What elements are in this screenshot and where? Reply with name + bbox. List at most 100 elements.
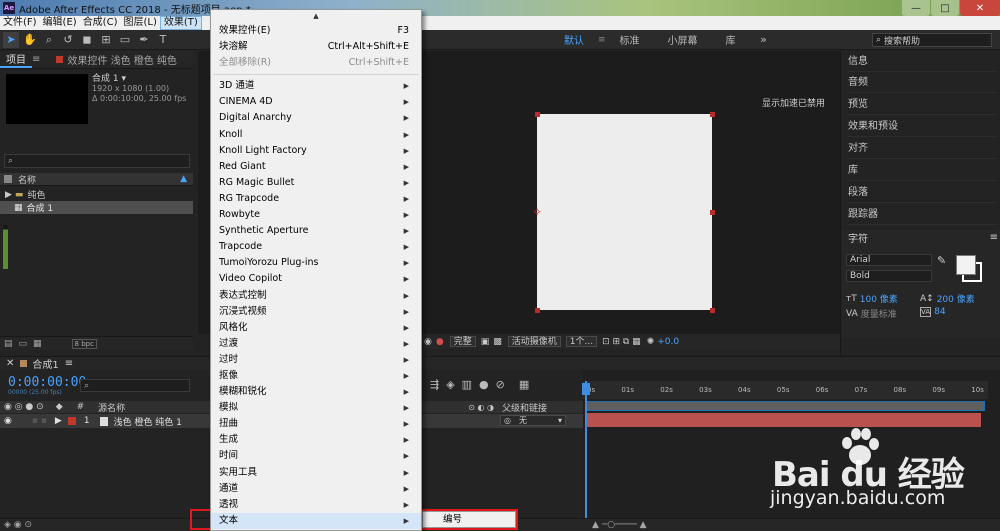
pen-tool-icon[interactable]: ✒ xyxy=(136,32,152,48)
audio-solo-boxes[interactable]: ▪ ▪ xyxy=(32,416,47,426)
close-icon[interactable]: ✕ xyxy=(960,0,1000,16)
tab-effect-controls[interactable]: 效果控件 浅色 橙色 纯色 xyxy=(67,52,177,67)
menu-item-effect-category[interactable]: TumoiYorozu Plug-ins ▶ xyxy=(211,255,421,271)
transform-handle[interactable] xyxy=(535,112,540,117)
time-ruler[interactable]: 0s 01s 02s 03s 04s 05s 06s 07s 08s 09s 1… xyxy=(583,381,988,399)
resolution-select[interactable]: 完整 xyxy=(449,336,476,347)
panel-info[interactable]: 信息 xyxy=(848,51,998,72)
leading-value[interactable]: 200 像素 xyxy=(937,292,975,305)
minimize-icon[interactable]: — xyxy=(902,0,930,16)
panel-paragraph[interactable]: 段落 xyxy=(848,182,998,203)
menu-item-effect-category[interactable]: Video Copilot ▶ xyxy=(211,271,421,287)
menu-item-effect-category[interactable]: 模糊和锐化 ▶ xyxy=(211,384,421,400)
visibility-icon[interactable]: ◉ xyxy=(4,416,12,426)
menu-item-effect-category[interactable]: 生成 ▶ xyxy=(211,432,421,448)
workspace-small-screen[interactable]: 小屏幕 xyxy=(654,32,712,47)
menu-item-effect-category[interactable]: Red Giant ▶ xyxy=(211,159,421,175)
camera-tool-icon[interactable]: ◼ xyxy=(79,32,95,48)
project-row-comp[interactable]: ▦ 合成 1 xyxy=(0,201,193,214)
parent-select[interactable]: ◎ 无 ▾ xyxy=(500,415,566,426)
leading-field[interactable]: A↕ 200 像素 xyxy=(920,292,975,306)
character-title[interactable]: 字符 xyxy=(848,230,868,245)
expand-arrow-icon[interactable]: ▶ xyxy=(55,416,62,426)
region-of-interest-icon[interactable]: ▣ xyxy=(481,337,490,347)
interpret-footage-icon[interactable]: ▤ xyxy=(4,339,13,349)
menu-edit[interactable]: 编辑(E) xyxy=(40,16,80,30)
zoom-slider-icon[interactable]: ▲ ─○──── ▲ xyxy=(592,520,647,530)
menu-item-effect-category[interactable]: Trapcode ▶ xyxy=(211,239,421,255)
layer-name[interactable]: 浅色 橙色 纯色 1 xyxy=(114,415,182,428)
menu-layer[interactable]: 图层(L) xyxy=(120,16,159,30)
bpc-badge[interactable]: 8 bpc xyxy=(71,338,97,349)
font-size-value[interactable]: 100 像素 xyxy=(860,292,898,305)
workspace-overflow-icon[interactable]: » xyxy=(756,32,772,48)
rotate-tool-icon[interactable]: ↺ xyxy=(60,32,76,48)
menu-item-effect-category[interactable]: RG Magic Bullet ▶ xyxy=(211,175,421,191)
menu-item-effect-category[interactable]: 实用工具 ▶ xyxy=(211,465,421,481)
close-tab-icon[interactable]: ✕ xyxy=(6,358,14,369)
kerning-value[interactable]: 度量标准 xyxy=(861,307,897,320)
eyedropper-icon[interactable]: ✎ xyxy=(937,254,946,267)
exposure-value[interactable]: +0.0 xyxy=(657,337,679,347)
views-select[interactable]: 1个... xyxy=(565,336,598,347)
pickwhip-icon[interactable]: ◎ xyxy=(504,416,511,425)
rectangle-tool-icon[interactable]: ▭ xyxy=(117,32,133,48)
fill-color-swatch[interactable] xyxy=(956,255,976,275)
submenu-item-numbers[interactable]: 编号 xyxy=(443,514,462,525)
tab-comp1[interactable]: 合成1 xyxy=(32,356,58,371)
panel-effects-presets[interactable]: 效果和预设 xyxy=(848,116,998,137)
menu-scroll-up-icon[interactable]: ▲ xyxy=(211,10,421,23)
menu-item-effect-category[interactable]: 扭曲 ▶ xyxy=(211,416,421,432)
layer-duration-bar[interactable] xyxy=(585,413,981,427)
menu-item-effect-category[interactable]: 通道 ▶ xyxy=(211,481,421,497)
type-tool-icon[interactable]: T xyxy=(155,32,171,48)
font-size-field[interactable]: тT 100 像素 xyxy=(846,292,898,306)
color-channel-icon[interactable]: ● xyxy=(436,337,444,347)
anchor-point-icon[interactable]: ✧ xyxy=(532,205,542,219)
menu-item-effect-category[interactable]: Knoll ▶ xyxy=(211,127,421,143)
pan-behind-tool-icon[interactable]: ⊞ xyxy=(98,32,114,48)
menu-item-effect-category[interactable]: 过渡 ▶ xyxy=(211,336,421,352)
panel-menu-icon[interactable]: ≡ xyxy=(65,358,73,369)
menu-item-effect-category[interactable]: 风格化 ▶ xyxy=(211,320,421,336)
menu-composition[interactable]: 合成(C) xyxy=(80,16,121,30)
menu-item-effect-category[interactable]: RG Trapcode ▶ xyxy=(211,191,421,207)
panel-menu-icon[interactable]: ≡ xyxy=(990,232,998,243)
menu-item-effect-controls[interactable]: 效果控件(E) F3 xyxy=(211,23,421,39)
transform-handle[interactable] xyxy=(710,210,715,215)
tracking-value[interactable]: 84 xyxy=(934,307,945,317)
view-option-icons[interactable]: ⊡ ⊞ ⧉ ▦ xyxy=(602,337,641,347)
snapshot-icon[interactable]: ◉ xyxy=(424,337,432,347)
menu-item-effect-category[interactable]: 抠像 ▶ xyxy=(211,368,421,384)
help-search-input[interactable]: ⌕ 搜索帮助 xyxy=(872,33,992,47)
menu-item-effect-category[interactable]: Rowbyte ▶ xyxy=(211,207,421,223)
layer-label-color[interactable] xyxy=(67,417,76,425)
selection-tool-icon[interactable]: ➤ xyxy=(3,31,19,48)
panel-libraries[interactable]: 库 xyxy=(848,160,998,181)
exposure-icon[interactable]: ✺ xyxy=(647,337,655,347)
menu-item-effect-category[interactable]: 表达式控制 ▶ xyxy=(211,288,421,304)
toggle-switches-icons[interactable]: ◈ ◉ ⊙ xyxy=(4,520,32,530)
font-style-select[interactable]: Bold xyxy=(846,270,932,282)
menu-effect[interactable]: 效果(T) xyxy=(159,16,202,30)
transform-handle[interactable] xyxy=(710,308,715,313)
menu-file[interactable]: 文件(F) xyxy=(0,16,40,30)
workspace-libraries[interactable]: 库 xyxy=(712,32,750,47)
menu-item-effect-category[interactable]: 时间 ▶ xyxy=(211,448,421,464)
project-search-input[interactable]: ⌕ xyxy=(4,154,190,168)
workspace-standard[interactable]: 标准 xyxy=(606,32,654,47)
transform-handle[interactable] xyxy=(710,112,715,117)
timeline-search-input[interactable]: ⌕ xyxy=(80,379,190,392)
menu-item-effect-category[interactable]: Digital Anarchy ▶ xyxy=(211,110,421,126)
comp-name[interactable]: 合成 1 ▾ xyxy=(92,74,186,84)
panel-tracker[interactable]: 跟踪器 xyxy=(848,204,998,225)
project-row-solids-folder[interactable]: ▶ ▬ 纯色 xyxy=(0,188,193,202)
menu-item-effect-category[interactable]: 沉浸式视频 ▶ xyxy=(211,304,421,320)
column-source-name[interactable]: 源名称 xyxy=(98,401,125,414)
panel-preview[interactable]: 预览 xyxy=(848,94,998,115)
menu-item-effect-category[interactable]: 模拟 ▶ xyxy=(211,400,421,416)
hand-tool-icon[interactable]: ✋ xyxy=(22,32,38,48)
panel-audio[interactable]: 音频 xyxy=(848,72,998,93)
menu-item-effect-category[interactable]: CINEMA 4D ▶ xyxy=(211,94,421,110)
work-area-bar[interactable] xyxy=(585,401,985,411)
